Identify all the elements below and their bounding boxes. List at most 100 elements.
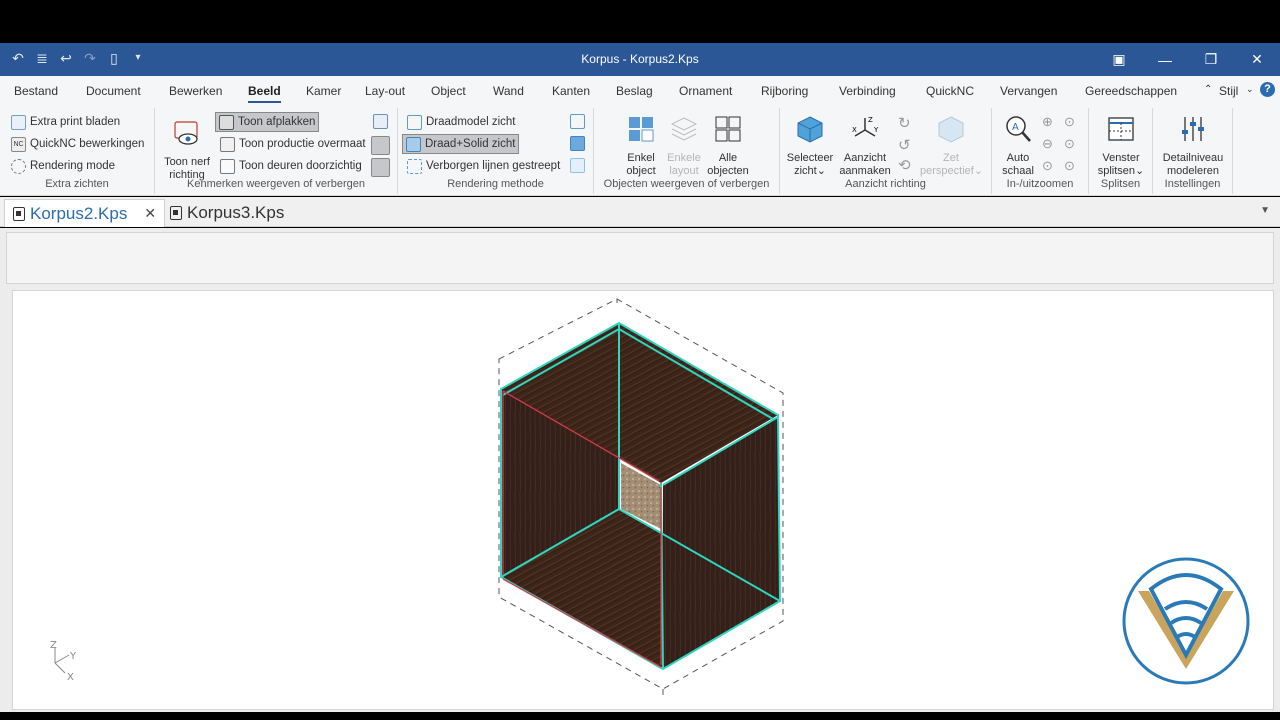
zoom-window-icon[interactable]: ⊙ <box>1064 114 1075 130</box>
doc-tab-korpus3[interactable]: Korpus3.Kps <box>162 199 292 227</box>
transparent-door-icon <box>220 158 235 174</box>
tab-rijboring[interactable]: Rijboring <box>761 84 808 98</box>
aanzicht-aanmaken-button[interactable]: ZXY Aanzicht aanmaken <box>838 114 892 178</box>
solid-cube-icon <box>406 136 421 152</box>
select-view-cube-icon <box>797 116 823 143</box>
cube-light-icon[interactable] <box>570 158 585 173</box>
restore-button[interactable]: ❐ <box>1188 43 1234 76</box>
close-button[interactable]: ✕ <box>1234 43 1280 76</box>
cube-filled-icon[interactable] <box>570 136 585 151</box>
single-object-icon <box>629 117 654 142</box>
group-label: Aanzicht richting <box>845 178 926 190</box>
close-tab-icon[interactable]: ✕ <box>144 205 156 222</box>
oversize-icon <box>220 136 235 152</box>
selecteer-zicht-button[interactable]: Selecteer zicht⌄ <box>784 114 836 178</box>
tab-bewerken[interactable]: Bewerken <box>169 84 222 98</box>
zet-perspectief-button[interactable]: Zet perspectief⌄ <box>920 114 983 178</box>
group-rendering-methode: Draadmodel zicht Draad+Solid zicht Verbo… <box>398 108 594 194</box>
venster-splitsen-button[interactable]: Venster splitsen⌄ <box>1095 114 1147 178</box>
bottom-black-bar <box>0 712 1280 720</box>
svg-text:Z: Z <box>868 116 873 124</box>
document-icon <box>170 206 182 220</box>
brand-logo <box>1122 557 1250 685</box>
axis-indicator <box>54 647 70 674</box>
cube-outline-icon[interactable] <box>570 114 585 129</box>
group-label: Splitsen <box>1100 178 1141 190</box>
rotate-cw-icon[interactable]: ↻ <box>898 114 911 132</box>
enkele-layout-button[interactable]: Enkele layout <box>666 114 702 178</box>
auto-schaal-button[interactable]: A Auto schaal <box>1000 114 1036 178</box>
tab-ornament[interactable]: Ornament <box>679 84 732 98</box>
view-option-icon[interactable] <box>373 114 388 129</box>
top-black-bar <box>0 0 1280 43</box>
sliders-icon <box>1182 117 1204 141</box>
group-in-uitzoomen: A Auto schaal ⊕ ⊙ ⊖ ⊙ ⊙ ⊙ In-/uitzoomen <box>992 108 1089 194</box>
edge-banding-icon <box>219 114 234 130</box>
rotate-3d-icon[interactable]: ⟲ <box>898 156 911 174</box>
verborgen-lijnen-gestreept-button[interactable]: Verborgen lijnen gestreept <box>404 156 563 176</box>
option-toggle-icon[interactable] <box>371 136 390 155</box>
tab-list-dropdown-icon[interactable]: ▼ <box>1260 205 1270 216</box>
zoom-in-icon[interactable]: ⊕ <box>1042 114 1053 130</box>
dropdown-chevron-icon: ⌄ <box>816 165 826 177</box>
tab-verbinding[interactable]: Verbinding <box>839 84 896 98</box>
enkel-object-button[interactable]: Enkel object <box>624 114 658 178</box>
zoom-out-icon[interactable]: ⊖ <box>1042 136 1053 152</box>
tab-kanten[interactable]: Kanten <box>552 84 590 98</box>
style-menu[interactable]: Stijl <box>1219 84 1238 98</box>
group-extra-zichten: Extra print bladen NC QuickNC bewerkinge… <box>0 108 155 194</box>
axis-x-label: X <box>67 672 74 683</box>
zoom-previous-icon[interactable]: ⊙ <box>1064 136 1075 152</box>
svg-text:A: A <box>1012 122 1019 133</box>
3d-viewport[interactable]: Z Y X <box>12 290 1274 710</box>
layers-icon <box>670 117 698 141</box>
detailniveau-modeleren-button[interactable]: Detailniveau modeleren <box>1157 114 1229 178</box>
doc-tab-korpus2[interactable]: Korpus2.Kps ✕ <box>4 199 166 227</box>
tab-gereedschappen[interactable]: Gereedschappen <box>1085 84 1177 98</box>
tab-bestand[interactable]: Bestand <box>14 84 58 98</box>
draadmodel-zicht-button[interactable]: Draadmodel zicht <box>404 112 518 132</box>
toon-deuren-doorzichtig-toggle[interactable]: Toon deuren doorzichtig <box>217 156 365 176</box>
toon-nerf-richting-button[interactable]: Toon nerf richting <box>161 118 213 182</box>
extra-print-bladen-button[interactable]: Extra print bladen <box>8 112 123 132</box>
zoom-extent-icon[interactable]: ⊙ <box>1042 158 1053 174</box>
tab-vervangen[interactable]: Vervangen <box>1000 84 1057 98</box>
hidden-lines-cube-icon <box>407 158 422 174</box>
tab-kamer[interactable]: Kamer <box>306 84 341 98</box>
tab-object[interactable]: Object <box>431 84 466 98</box>
grain-direction-icon <box>174 121 198 145</box>
toon-afplakken-toggle[interactable]: Toon afplakken <box>215 112 320 132</box>
quicknc-icon: NC <box>11 136 26 152</box>
auto-zoom-icon: A <box>1006 116 1031 142</box>
zoom-search-icon[interactable]: ⊙ <box>1064 158 1075 174</box>
toon-productie-overmaat-toggle[interactable]: Toon productie overmaat <box>217 134 369 154</box>
group-objecten: Enkel object Enkele layout Alle objecten… <box>594 108 780 194</box>
ribbon-tabs: Bestand Document Bewerken Beeld Kamer La… <box>0 76 1280 104</box>
quicknc-bewerkingen-button[interactable]: NC QuickNC bewerkingen <box>8 134 147 154</box>
group-instellingen: Detailniveau modeleren Instellingen <box>1153 108 1233 194</box>
option-toggle-2-icon[interactable] <box>371 158 390 177</box>
style-chevron-icon[interactable]: ⌄ <box>1246 84 1254 95</box>
view-toolbar-panel <box>6 232 1274 284</box>
cabinet-3d-view[interactable]: Z Y X <box>13 291 1275 711</box>
title-bar: ↶ ≣ ↩ ↷ ▯ ▾ Korpus - Korpus2.Kps ▣ — ❐ ✕ <box>0 43 1280 76</box>
perspective-cube-icon <box>938 116 964 143</box>
rotate-ccw-icon[interactable]: ↺ <box>898 136 911 154</box>
tab-lay-out[interactable]: Lay-out <box>365 84 405 98</box>
tab-beeld[interactable]: Beeld <box>248 84 281 103</box>
minimize-button[interactable]: — <box>1142 43 1188 76</box>
help-icon[interactable]: ? <box>1260 82 1275 97</box>
tab-quicknc[interactable]: QuickNC <box>926 84 974 98</box>
group-label: In-/uitzoomen <box>1006 178 1074 190</box>
group-aanzicht-richting: Selecteer zicht⌄ ZXY Aanzicht aanmaken ↻… <box>780 108 992 194</box>
draad-solid-zicht-button[interactable]: Draad+Solid zicht <box>402 134 520 154</box>
rendering-mode-button[interactable]: Rendering mode <box>8 156 118 176</box>
tab-beslag[interactable]: Beslag <box>616 84 653 98</box>
ribbon-display-icon[interactable]: ▣ <box>1096 43 1142 76</box>
svg-text:X: X <box>852 126 857 134</box>
collapse-ribbon-icon[interactable]: ⌃ <box>1204 84 1212 95</box>
alle-objecten-button[interactable]: Alle objecten <box>706 114 750 178</box>
tab-wand[interactable]: Wand <box>493 84 524 98</box>
tab-document[interactable]: Document <box>86 84 141 98</box>
group-kenmerken: Toon nerf richting Toon afplakken Toon p… <box>155 108 398 194</box>
